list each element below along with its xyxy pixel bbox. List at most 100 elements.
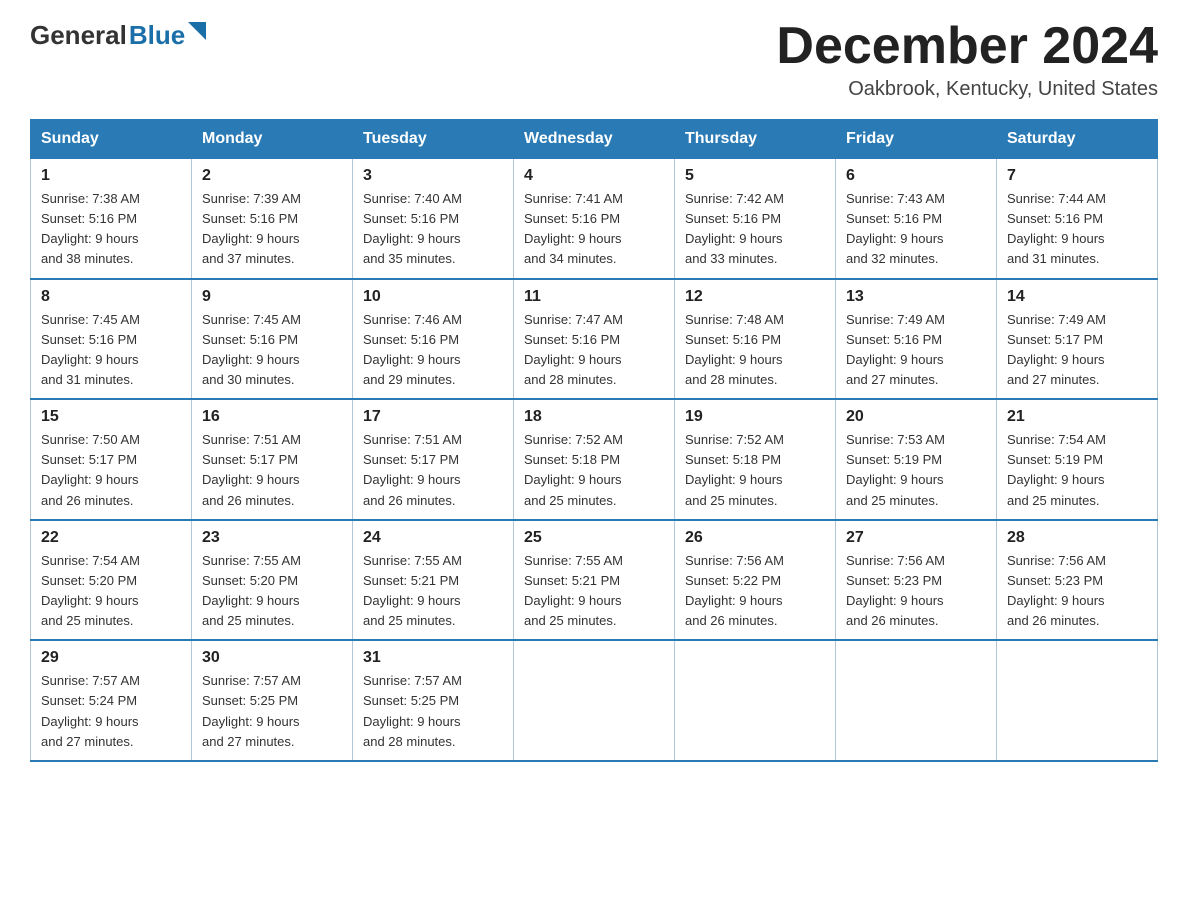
day-of-week-header: Wednesday [514,120,675,159]
calendar-day-cell: 20 Sunrise: 7:53 AM Sunset: 5:19 PM Dayl… [836,399,997,520]
day-number: 19 [685,408,825,426]
day-number: 27 [846,529,986,547]
day-number: 24 [363,529,503,547]
day-number: 28 [1007,529,1147,547]
day-number: 5 [685,167,825,185]
day-info: Sunrise: 7:54 AM Sunset: 5:20 PM Dayligh… [41,551,181,632]
day-info: Sunrise: 7:52 AM Sunset: 5:18 PM Dayligh… [685,430,825,511]
calendar-day-cell: 18 Sunrise: 7:52 AM Sunset: 5:18 PM Dayl… [514,399,675,520]
day-number: 9 [202,288,342,306]
day-info: Sunrise: 7:42 AM Sunset: 5:16 PM Dayligh… [685,189,825,270]
day-info: Sunrise: 7:56 AM Sunset: 5:23 PM Dayligh… [846,551,986,632]
day-number: 16 [202,408,342,426]
calendar-day-cell [514,640,675,761]
calendar-week-row: 15 Sunrise: 7:50 AM Sunset: 5:17 PM Dayl… [31,399,1158,520]
day-info: Sunrise: 7:57 AM Sunset: 5:24 PM Dayligh… [41,671,181,752]
day-info: Sunrise: 7:51 AM Sunset: 5:17 PM Dayligh… [363,430,503,511]
calendar-day-cell: 27 Sunrise: 7:56 AM Sunset: 5:23 PM Dayl… [836,520,997,641]
day-of-week-header: Sunday [31,120,192,159]
calendar-day-cell: 2 Sunrise: 7:39 AM Sunset: 5:16 PM Dayli… [192,159,353,279]
day-info: Sunrise: 7:51 AM Sunset: 5:17 PM Dayligh… [202,430,342,511]
logo-blue-part: Blue [129,20,206,51]
calendar-day-cell: 7 Sunrise: 7:44 AM Sunset: 5:16 PM Dayli… [997,159,1158,279]
day-of-week-header: Monday [192,120,353,159]
calendar-day-cell: 29 Sunrise: 7:57 AM Sunset: 5:24 PM Dayl… [31,640,192,761]
day-number: 17 [363,408,503,426]
day-number: 15 [41,408,181,426]
calendar-day-cell: 14 Sunrise: 7:49 AM Sunset: 5:17 PM Dayl… [997,279,1158,400]
day-info: Sunrise: 7:55 AM Sunset: 5:21 PM Dayligh… [363,551,503,632]
day-number: 2 [202,167,342,185]
day-of-week-header: Tuesday [353,120,514,159]
day-number: 29 [41,649,181,667]
day-info: Sunrise: 7:41 AM Sunset: 5:16 PM Dayligh… [524,189,664,270]
calendar-day-cell: 8 Sunrise: 7:45 AM Sunset: 5:16 PM Dayli… [31,279,192,400]
calendar-table: SundayMondayTuesdayWednesdayThursdayFrid… [30,119,1158,762]
day-info: Sunrise: 7:53 AM Sunset: 5:19 PM Dayligh… [846,430,986,511]
logo-arrow-icon [188,22,206,45]
day-info: Sunrise: 7:39 AM Sunset: 5:16 PM Dayligh… [202,189,342,270]
day-info: Sunrise: 7:45 AM Sunset: 5:16 PM Dayligh… [41,310,181,391]
logo-general-text: General [30,20,127,51]
calendar-day-cell: 11 Sunrise: 7:47 AM Sunset: 5:16 PM Dayl… [514,279,675,400]
day-info: Sunrise: 7:45 AM Sunset: 5:16 PM Dayligh… [202,310,342,391]
calendar-day-cell: 22 Sunrise: 7:54 AM Sunset: 5:20 PM Dayl… [31,520,192,641]
logo: General Blue [30,20,206,51]
calendar-day-cell: 1 Sunrise: 7:38 AM Sunset: 5:16 PM Dayli… [31,159,192,279]
calendar-day-cell: 17 Sunrise: 7:51 AM Sunset: 5:17 PM Dayl… [353,399,514,520]
calendar-day-cell: 9 Sunrise: 7:45 AM Sunset: 5:16 PM Dayli… [192,279,353,400]
day-info: Sunrise: 7:50 AM Sunset: 5:17 PM Dayligh… [41,430,181,511]
day-number: 7 [1007,167,1147,185]
day-info: Sunrise: 7:40 AM Sunset: 5:16 PM Dayligh… [363,189,503,270]
calendar-day-cell: 12 Sunrise: 7:48 AM Sunset: 5:16 PM Dayl… [675,279,836,400]
calendar-day-cell: 4 Sunrise: 7:41 AM Sunset: 5:16 PM Dayli… [514,159,675,279]
day-number: 1 [41,167,181,185]
day-number: 25 [524,529,664,547]
calendar-day-cell: 25 Sunrise: 7:55 AM Sunset: 5:21 PM Dayl… [514,520,675,641]
calendar-day-cell [997,640,1158,761]
day-info: Sunrise: 7:44 AM Sunset: 5:16 PM Dayligh… [1007,189,1147,270]
day-number: 12 [685,288,825,306]
day-number: 20 [846,408,986,426]
calendar-day-cell: 30 Sunrise: 7:57 AM Sunset: 5:25 PM Dayl… [192,640,353,761]
calendar-day-cell: 21 Sunrise: 7:54 AM Sunset: 5:19 PM Dayl… [997,399,1158,520]
day-number: 18 [524,408,664,426]
calendar-day-cell: 3 Sunrise: 7:40 AM Sunset: 5:16 PM Dayli… [353,159,514,279]
day-info: Sunrise: 7:57 AM Sunset: 5:25 PM Dayligh… [363,671,503,752]
day-info: Sunrise: 7:57 AM Sunset: 5:25 PM Dayligh… [202,671,342,752]
day-number: 22 [41,529,181,547]
calendar-week-row: 29 Sunrise: 7:57 AM Sunset: 5:24 PM Dayl… [31,640,1158,761]
calendar-week-row: 22 Sunrise: 7:54 AM Sunset: 5:20 PM Dayl… [31,520,1158,641]
day-number: 10 [363,288,503,306]
calendar-day-cell: 16 Sunrise: 7:51 AM Sunset: 5:17 PM Dayl… [192,399,353,520]
day-info: Sunrise: 7:52 AM Sunset: 5:18 PM Dayligh… [524,430,664,511]
day-number: 13 [846,288,986,306]
day-number: 31 [363,649,503,667]
day-info: Sunrise: 7:38 AM Sunset: 5:16 PM Dayligh… [41,189,181,270]
day-info: Sunrise: 7:55 AM Sunset: 5:21 PM Dayligh… [524,551,664,632]
calendar-day-cell: 26 Sunrise: 7:56 AM Sunset: 5:22 PM Dayl… [675,520,836,641]
calendar-day-cell: 23 Sunrise: 7:55 AM Sunset: 5:20 PM Dayl… [192,520,353,641]
logo-blue-text: Blue [129,20,185,51]
day-info: Sunrise: 7:48 AM Sunset: 5:16 PM Dayligh… [685,310,825,391]
day-info: Sunrise: 7:47 AM Sunset: 5:16 PM Dayligh… [524,310,664,391]
day-number: 21 [1007,408,1147,426]
calendar-week-row: 1 Sunrise: 7:38 AM Sunset: 5:16 PM Dayli… [31,159,1158,279]
day-number: 8 [41,288,181,306]
day-info: Sunrise: 7:55 AM Sunset: 5:20 PM Dayligh… [202,551,342,632]
day-info: Sunrise: 7:46 AM Sunset: 5:16 PM Dayligh… [363,310,503,391]
day-of-week-header: Saturday [997,120,1158,159]
calendar-day-cell: 19 Sunrise: 7:52 AM Sunset: 5:18 PM Dayl… [675,399,836,520]
day-of-week-header: Thursday [675,120,836,159]
day-number: 14 [1007,288,1147,306]
calendar-day-cell: 5 Sunrise: 7:42 AM Sunset: 5:16 PM Dayli… [675,159,836,279]
calendar-day-cell: 15 Sunrise: 7:50 AM Sunset: 5:17 PM Dayl… [31,399,192,520]
calendar-day-cell: 28 Sunrise: 7:56 AM Sunset: 5:23 PM Dayl… [997,520,1158,641]
day-of-week-header: Friday [836,120,997,159]
day-number: 23 [202,529,342,547]
day-info: Sunrise: 7:56 AM Sunset: 5:23 PM Dayligh… [1007,551,1147,632]
day-number: 4 [524,167,664,185]
calendar-day-cell: 10 Sunrise: 7:46 AM Sunset: 5:16 PM Dayl… [353,279,514,400]
day-number: 11 [524,288,664,306]
calendar-day-cell: 31 Sunrise: 7:57 AM Sunset: 5:25 PM Dayl… [353,640,514,761]
